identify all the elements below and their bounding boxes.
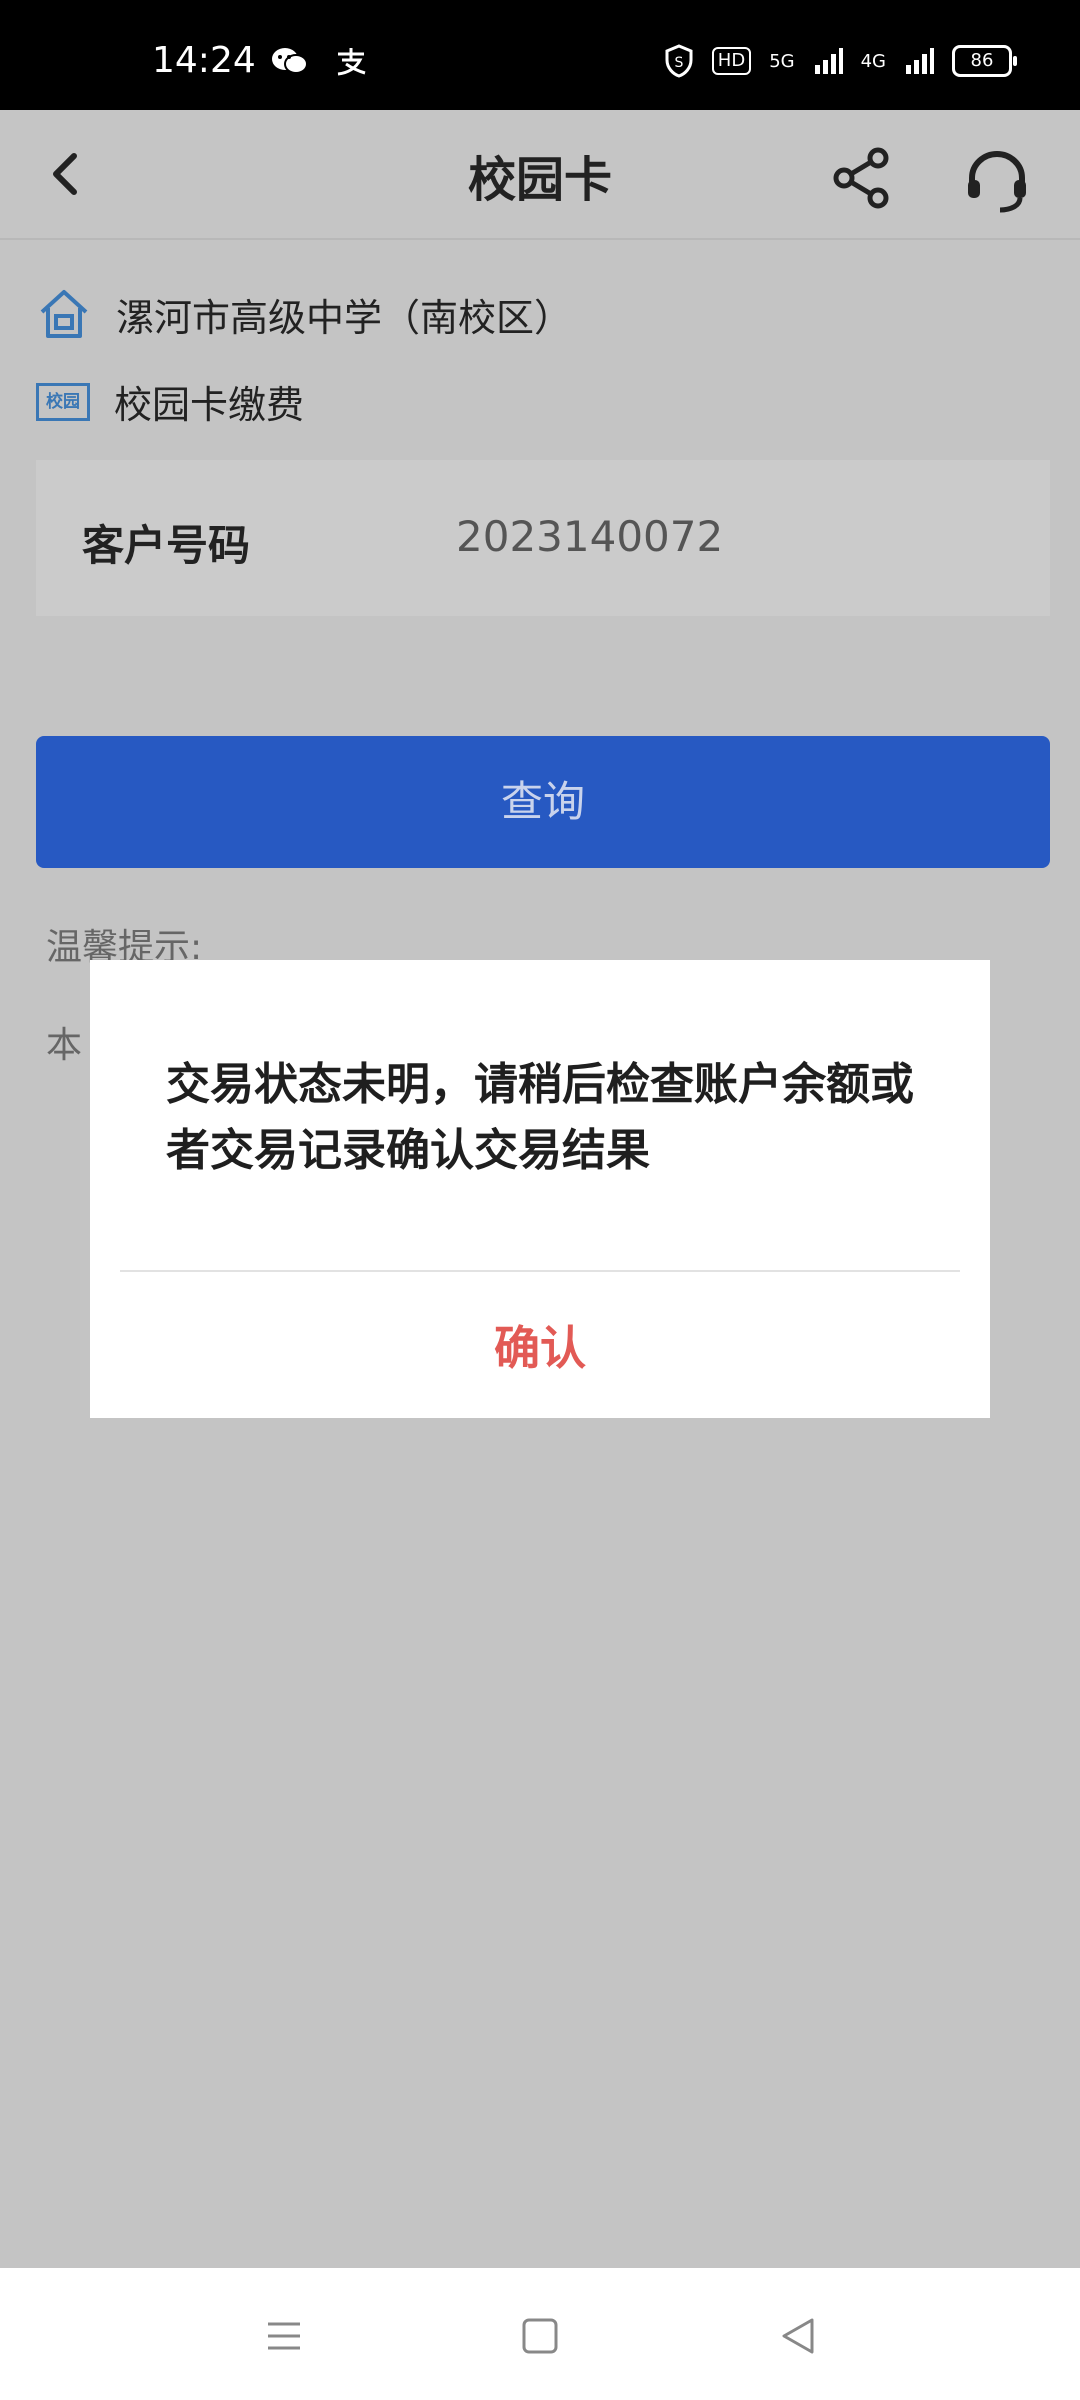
pay-item-name: 校园卡缴费 [114, 383, 305, 427]
signal-4g-label: 4G [860, 50, 886, 72]
house-icon [40, 290, 88, 338]
back-triangle-icon[interactable] [776, 2314, 820, 2358]
app-header: 校园卡 [0, 110, 1080, 240]
notification-icons [270, 46, 368, 76]
school-row: 漯河市高级中学（南校区） [36, 286, 572, 342]
dialog-divider [120, 1270, 960, 1272]
menu-icon[interactable] [262, 2314, 306, 2358]
customer-number-field[interactable]: 客户号码 2023140072 [36, 460, 1050, 616]
signal-5g-icon [814, 48, 843, 74]
customer-number-label: 客户号码 [82, 521, 251, 570]
home-square-icon[interactable] [518, 2314, 562, 2358]
tips-body: 本 [46, 1025, 83, 1066]
signal-5g-label: 5G [769, 50, 795, 72]
svg-text:S: S [674, 55, 683, 71]
system-nav-bar [0, 2268, 1080, 2400]
status-time: 14:24 [152, 40, 256, 81]
hd-badge: HD [711, 47, 752, 75]
school-name: 漯河市高级中学（南校区） [116, 295, 573, 340]
query-button[interactable]: 查询 [36, 736, 1050, 868]
battery-icon: 86 [952, 45, 1017, 77]
customer-number-value[interactable]: 2023140072 [456, 512, 723, 561]
headset-icon[interactable] [962, 146, 1032, 216]
share-icon[interactable] [830, 146, 894, 210]
signal-4g-icon [906, 48, 934, 74]
transaction-status-dialog: 交易状态未明，请稍后检查账户余额或者交易记录确认交易结果 确认 [90, 960, 990, 1418]
page-title: 校园卡 [467, 152, 612, 208]
status-indicators: S HD 5G 4G 86 [664, 44, 1017, 78]
wechat-icon [272, 48, 308, 74]
confirm-button[interactable]: 确认 [90, 1312, 990, 1378]
campus-badge-icon: 校园 [36, 382, 90, 421]
alipay-icon [337, 48, 366, 76]
pay-item-row: 校园 校园卡缴费 [36, 374, 304, 429]
dialog-message: 交易状态未明，请稍后检查账户余额或者交易记录确认交易结果 [166, 1059, 914, 1176]
shield-icon: S [665, 44, 693, 78]
status-bar: 14:24 S HD 5G 4G 86 [0, 0, 1080, 110]
